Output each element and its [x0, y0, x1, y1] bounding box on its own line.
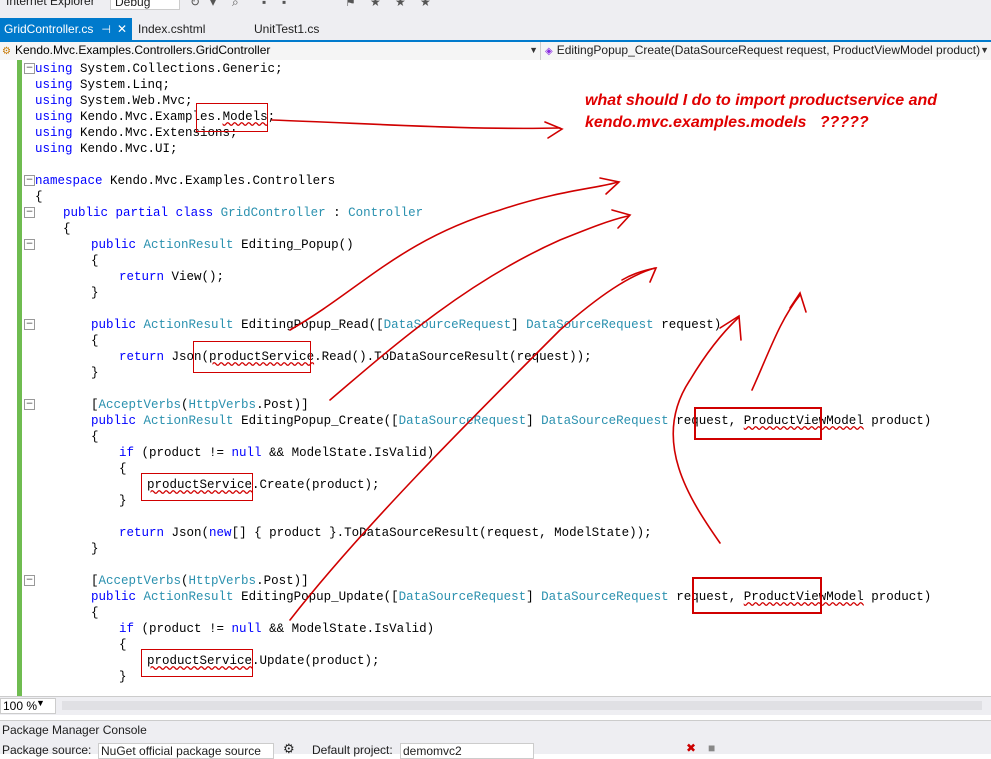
bookmark-clear-icon[interactable]: ★	[420, 0, 431, 9]
method-icon: ◈	[545, 46, 553, 57]
refresh-icon[interactable]: ↻	[190, 0, 200, 9]
close-icon[interactable]: ✕	[117, 18, 127, 40]
arrow-to-text	[271, 119, 561, 130]
browser-selector[interactable]: Internet Explorer	[6, 0, 95, 8]
chevron-down-icon[interactable]: ▼	[36, 698, 45, 708]
zoom-dropdown[interactable]: 100 %	[0, 698, 56, 714]
arrow-read	[289, 181, 619, 331]
package-source-label: Package source:	[2, 743, 92, 757]
type-dropdown[interactable]: ⚙ Kendo.Mvc.Examples.Controllers.GridCont…	[0, 42, 541, 60]
top-toolbar: Internet Explorer Debug ↻ ▾ ⌕ ▪ ▪ ⚑ ★ ★ …	[0, 0, 991, 18]
tab-unittest1[interactable]: UnitTest1.cs	[250, 18, 344, 40]
member-dropdown[interactable]: ◈ EditingPopup_Create(DataSourceRequest r…	[543, 42, 991, 60]
zoom-value: 100 %	[3, 699, 38, 713]
tab-label: Index.cshtml	[138, 22, 206, 36]
breakpoint-icon[interactable]: ▪	[262, 0, 266, 9]
editor-status-bar: 100 % ▼	[0, 696, 991, 715]
package-manager-console: Package Manager Console Package source: …	[0, 720, 991, 759]
type-path: Kendo.Mvc.Examples.Controllers.GridContr…	[14, 43, 271, 57]
code-editor[interactable]: − − − − − − − using System.Collections.G…	[0, 60, 991, 696]
pin-icon[interactable]: ⊣	[101, 19, 111, 41]
toolbar-icon[interactable]: ▪	[282, 0, 286, 9]
panel-title: Package Manager Console	[2, 723, 147, 737]
bookmark-next-icon[interactable]: ★	[370, 0, 381, 9]
arrow-update	[289, 267, 656, 621]
bookmark-prev-icon[interactable]: ★	[395, 0, 406, 9]
annotation-arrows	[271, 119, 807, 621]
config-dropdown[interactable]: Debug	[110, 0, 180, 10]
bookmark-icon[interactable]: ⚑	[345, 0, 356, 9]
arrow-head	[789, 291, 807, 313]
default-project-label: Default project:	[312, 743, 393, 757]
dropdown-icon[interactable]: ▾	[210, 0, 216, 9]
arrow-pvm-bottom	[672, 317, 739, 544]
default-project-dropdown[interactable]: demomvc2	[400, 743, 534, 759]
package-source-dropdown[interactable]: NuGet official package source	[98, 743, 274, 759]
tab-label: GridController.cs	[4, 22, 94, 36]
tab-label: UnitTest1.cs	[254, 22, 320, 36]
navigation-bar: ⚙ Kendo.Mvc.Examples.Controllers.GridCont…	[0, 42, 991, 61]
document-tab-bar: GridController.cs ⊣ ✕ Index.cshtml UnitTes…	[0, 18, 991, 42]
settings-icon[interactable]: ⚙	[283, 741, 295, 757]
arrow-head	[719, 314, 742, 341]
find-icon[interactable]: ⌕	[232, 0, 239, 10]
arrow-create	[329, 215, 629, 401]
arrow-head	[544, 121, 564, 139]
horizontal-scrollbar[interactable]	[62, 701, 982, 710]
pmc-toolbar: Package source: NuGet official package s…	[0, 741, 991, 759]
tab-index[interactable]: Index.cshtml	[134, 18, 238, 40]
member-name: EditingPopup_Create(DataSourceRequest re…	[556, 43, 981, 57]
chevron-down-icon[interactable]: ▼	[980, 42, 989, 59]
chevron-down-icon[interactable]: ▼	[529, 42, 538, 59]
class-icon: ⚙	[2, 46, 11, 57]
arrow-pvm-top	[751, 294, 801, 391]
tab-gridcontroller[interactable]: GridController.cs ⊣ ✕	[0, 18, 132, 40]
